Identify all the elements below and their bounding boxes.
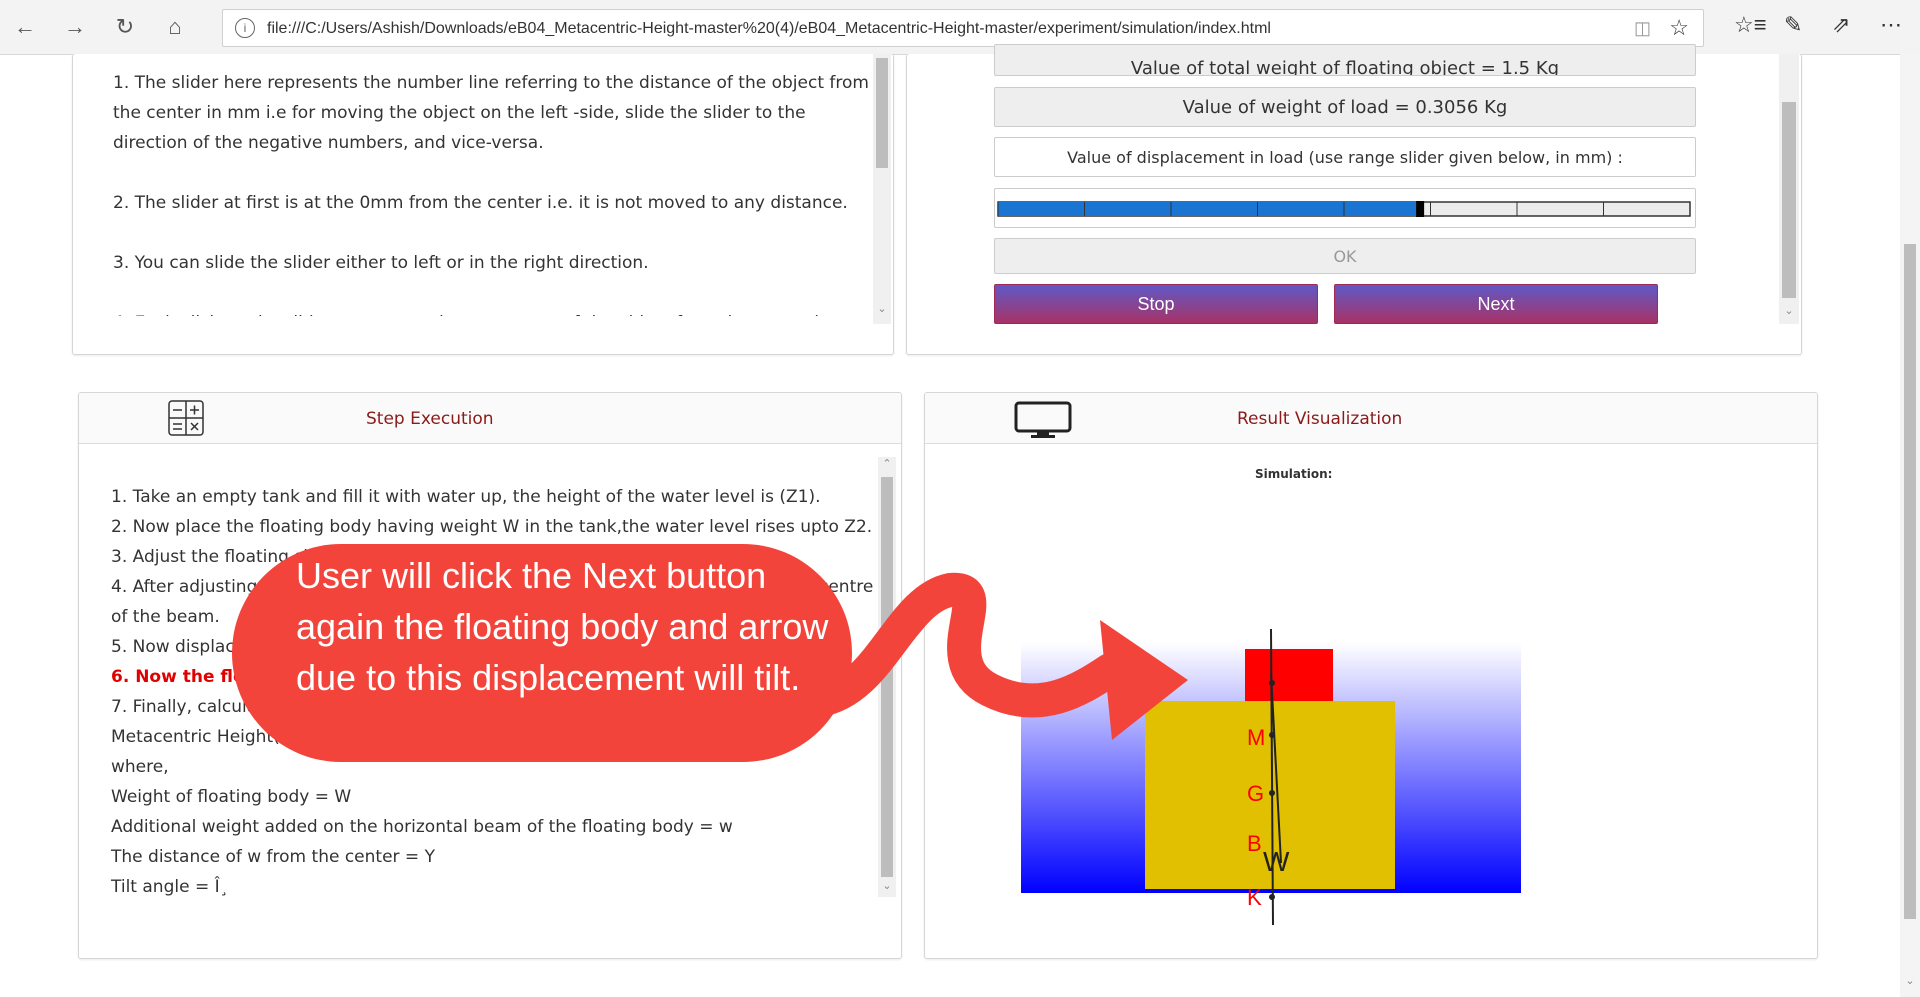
step-line: 4. After adjusting (111, 577, 258, 597)
instructions-scrollbar[interactable]: ⌄ (873, 54, 891, 324)
ok-button[interactable]: OK (994, 238, 1696, 274)
instructions-panel: 1. The slider here represents the number… (72, 54, 894, 355)
point-w (1269, 680, 1275, 686)
result-visualization-panel: Result Visualization Simulation: w M G B… (924, 392, 1818, 959)
callout-text: User will click the Next button again th… (296, 555, 829, 698)
page-scrollbar[interactable]: ⌄ (1900, 54, 1920, 997)
step-line: Additional weight added on the horizonta… (111, 817, 733, 837)
displacement-label: Value of displacement in load (use range… (994, 137, 1696, 177)
instruction-line: the center in mm i.e for moving the obje… (113, 103, 806, 123)
slider-track-graphic[interactable] (995, 189, 1695, 227)
instruction-line: 2. The slider at first is at the 0mm fro… (113, 193, 848, 213)
back-icon[interactable]: ← (10, 12, 40, 42)
label-k: K (1247, 885, 1262, 910)
scroll-down-arrow[interactable]: ⌄ (1781, 304, 1797, 317)
step-line: The distance of w from the center = Y (111, 847, 435, 867)
arrow-head-w: W (1263, 846, 1290, 877)
load-weight-display: Value of weight of load = 0.3056 Kg (994, 87, 1696, 127)
point-k (1269, 894, 1275, 900)
scroll-up-arrow[interactable]: ⌃ (879, 457, 895, 470)
scroll-down-arrow[interactable]: ⌄ (1902, 974, 1918, 987)
point-g (1269, 790, 1275, 796)
slider-fill (998, 202, 1421, 216)
info-icon[interactable]: i (235, 18, 255, 38)
step-line: of the beam. (111, 607, 220, 627)
step-execution-header: Step Execution (79, 393, 901, 444)
share-icon[interactable]: ⇗ (1832, 12, 1850, 38)
slider-handle[interactable] (1416, 201, 1425, 217)
label-w: w (1246, 641, 1263, 666)
page-scroll-thumb[interactable] (1904, 244, 1916, 919)
step-scroll-thumb[interactable] (881, 477, 893, 877)
step-line: 1. Take an empty tank and fill it with w… (111, 487, 821, 507)
simulation-canvas: w M G B K W (1021, 628, 1521, 926)
monitor-icon (1013, 401, 1073, 439)
favorites-list-icon[interactable]: ☆≡ (1734, 12, 1767, 38)
result-visualization-header: Result Visualization (925, 393, 1817, 444)
step-line: Metacentric Height( (111, 727, 280, 747)
displacement-slider[interactable] (994, 188, 1696, 228)
result-visualization-title: Result Visualization (1237, 409, 1403, 429)
step-execution-title: Step Execution (366, 409, 494, 429)
step-line: 5. Now displace (111, 637, 246, 657)
label-g: G (1247, 781, 1264, 806)
scroll-down-arrow[interactable]: ⌄ (874, 302, 890, 315)
home-icon[interactable]: ⌂ (160, 12, 190, 42)
instruction-line: 1. The slider here represents the number… (113, 73, 869, 93)
reading-view-icon[interactable]: ◫ (1634, 18, 1651, 39)
address-bar[interactable]: i file:///C:/Users/Ashish/Downloads/eB04… (222, 9, 1704, 47)
instruction-line: direction of the negative numbers, and v… (113, 133, 544, 153)
clip-mask (73, 316, 873, 354)
step-scrollbar[interactable]: ⌃ ⌄ (878, 457, 896, 897)
step-line: Tilt angle = Î¸ (111, 877, 229, 897)
more-icon[interactable]: ⋯ (1880, 12, 1902, 38)
instructions-scroll-thumb[interactable] (876, 58, 888, 168)
instruction-line: 3. You can slide the slider either to le… (113, 253, 649, 273)
calculator-icon (167, 399, 205, 437)
controls-scrollbar[interactable]: ⌄ (1779, 54, 1799, 324)
label-m: M (1247, 725, 1265, 750)
url-text[interactable]: file:///C:/Users/Ashish/Downloads/eB04_M… (267, 20, 1271, 38)
total-weight-display: Value of total weight of floating object… (994, 44, 1696, 76)
forward-icon[interactable]: → (60, 12, 90, 42)
stop-button[interactable]: Stop (994, 284, 1318, 324)
step-line: 2. Now place the floating body having we… (111, 517, 873, 537)
step-line: where, (111, 757, 169, 777)
label-b: B (1247, 831, 1262, 856)
controls-scroll-thumb[interactable] (1782, 102, 1796, 298)
total-weight-text: Value of total weight of floating object… (1130, 58, 1560, 76)
refresh-icon[interactable]: ↻ (110, 12, 140, 42)
pen-icon[interactable]: ✎ (1784, 12, 1802, 38)
scroll-down-arrow[interactable]: ⌄ (879, 879, 895, 892)
step-line: 7. Finally, calcula (111, 697, 258, 717)
step-line: Weight of floating body = W (111, 787, 352, 807)
point-m (1269, 732, 1275, 738)
favorite-star-icon[interactable]: ☆ (1669, 15, 1689, 41)
next-button[interactable]: Next (1334, 284, 1658, 324)
